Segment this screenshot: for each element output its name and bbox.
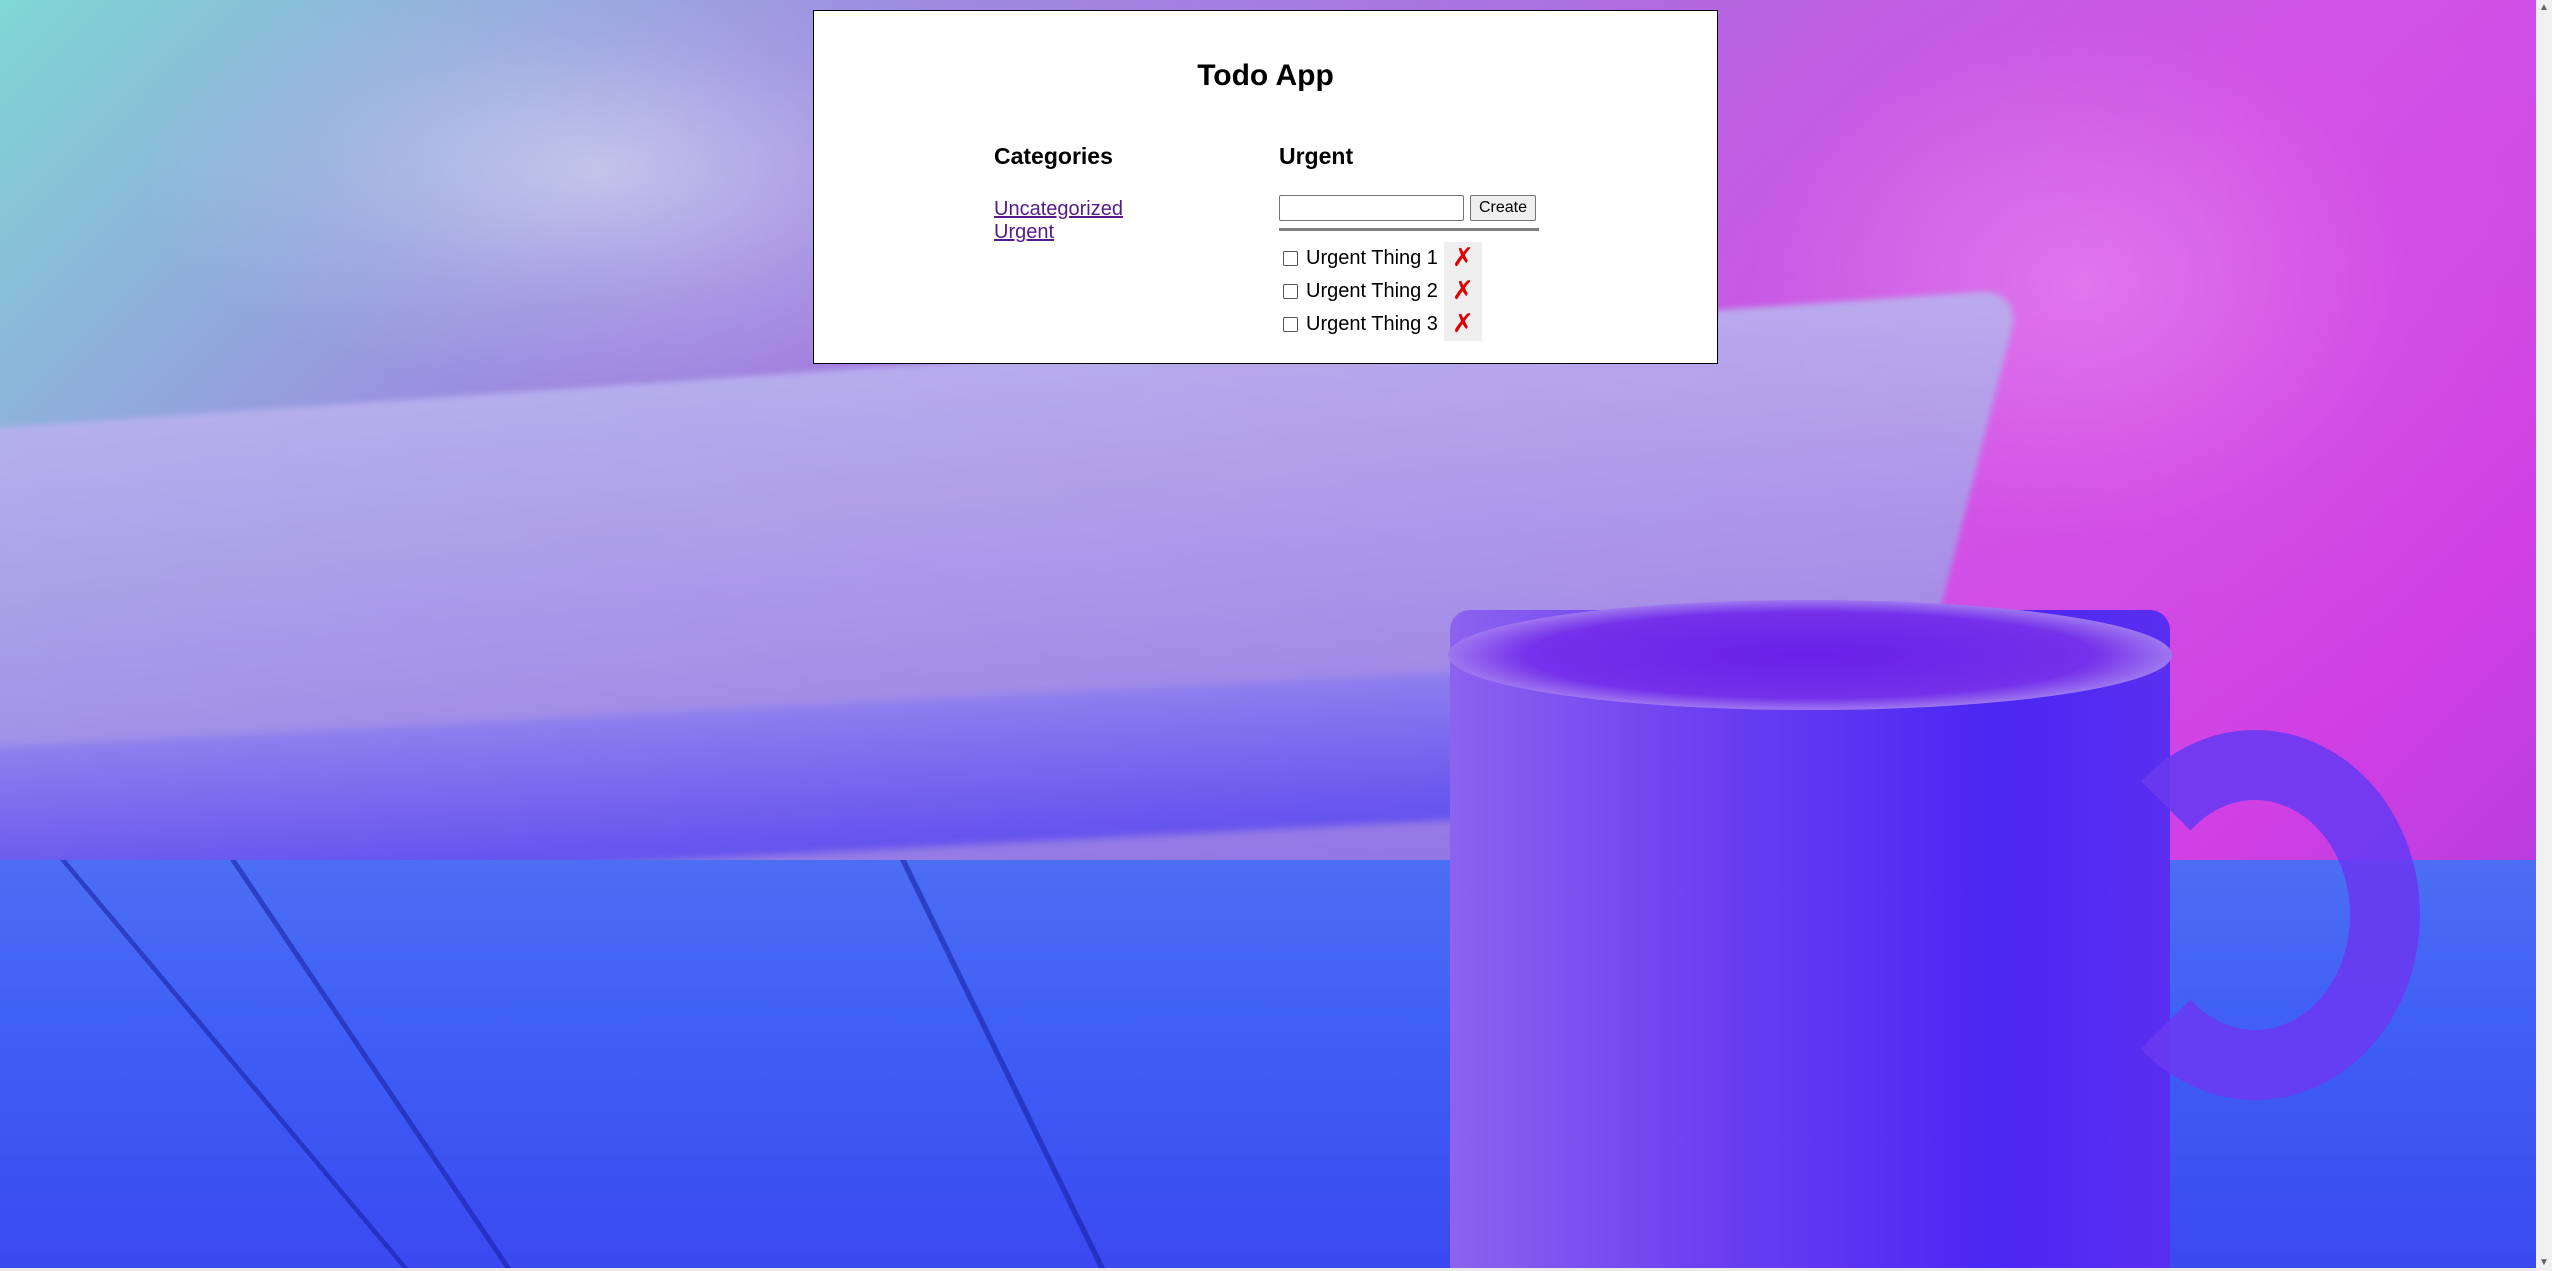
todo-checkbox[interactable] (1283, 251, 1298, 266)
vertical-scrollbar[interactable]: ▲ ▼ (2536, 0, 2552, 1271)
todo-checkbox[interactable] (1283, 284, 1298, 299)
background-mug-rim (1448, 600, 2172, 710)
todo-text: Urgent Thing 3 (1306, 313, 1438, 335)
create-todo-form: Create (1279, 195, 1539, 231)
delete-todo-button[interactable]: ✗ (1443, 242, 1482, 275)
category-link-urgent[interactable]: Urgent (994, 221, 1254, 244)
categories-heading: Categories (994, 143, 1113, 169)
categories-panel: Categories Uncategorized Urgent (994, 143, 1254, 244)
arrow-up-icon[interactable]: ▲ (2536, 0, 2552, 16)
todo-app-card: Todo App Categories Uncategorized Urgent… (813, 10, 1718, 364)
page-title: Todo App (1197, 59, 1334, 92)
new-todo-input[interactable] (1279, 195, 1464, 221)
background-mug-handle (2090, 730, 2420, 1100)
todo-item: Urgent Thing 3 ✗ (1279, 308, 1639, 341)
todos-panel: Urgent Create Urgent Thing 1 ✗ Urgent Th… (1279, 143, 1639, 341)
todo-text: Urgent Thing 2 (1306, 280, 1438, 302)
todo-item: Urgent Thing 1 ✗ (1279, 242, 1639, 275)
todo-text: Urgent Thing 1 (1306, 247, 1438, 269)
current-category-heading: Urgent (1279, 143, 1354, 169)
delete-todo-button[interactable]: ✗ (1443, 275, 1482, 308)
category-list: Uncategorized Urgent (994, 198, 1254, 244)
x-mark-icon: ✗ (1452, 309, 1474, 339)
x-mark-icon: ✗ (1452, 276, 1474, 306)
delete-todo-button[interactable]: ✗ (1443, 308, 1482, 341)
arrow-down-icon[interactable]: ▼ (2536, 1255, 2552, 1271)
todo-item: Urgent Thing 2 ✗ (1279, 275, 1639, 308)
category-link-uncategorized[interactable]: Uncategorized (994, 198, 1254, 221)
create-button[interactable]: Create (1470, 195, 1537, 221)
x-mark-icon: ✗ (1452, 243, 1474, 273)
todo-list: Urgent Thing 1 ✗ Urgent Thing 2 ✗ Urgent… (1279, 242, 1639, 341)
todo-checkbox[interactable] (1283, 317, 1298, 332)
